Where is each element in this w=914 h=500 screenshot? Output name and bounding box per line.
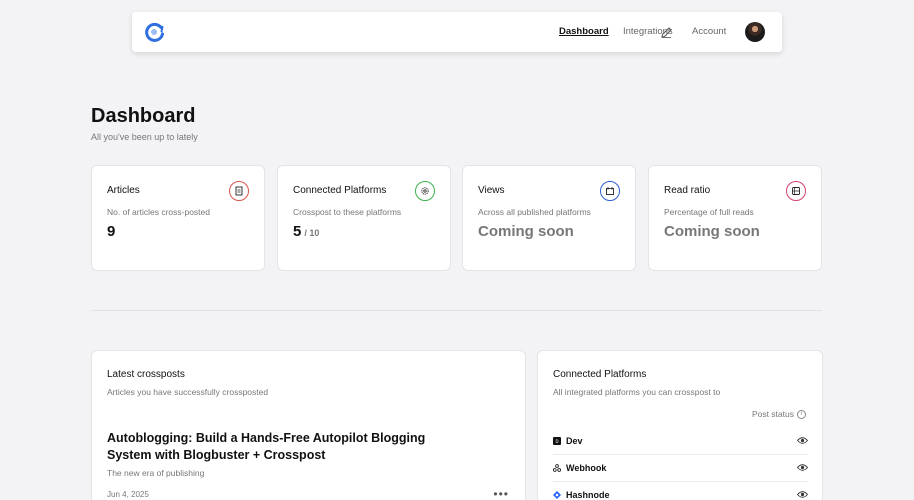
dev-icon: D xyxy=(553,437,561,445)
article-icon xyxy=(229,181,249,201)
info-icon[interactable]: i xyxy=(797,409,806,419)
panel-title: Latest crossposts xyxy=(107,369,185,380)
nav-link-dashboard[interactable]: Dashboard xyxy=(559,26,609,38)
user-avatar[interactable] xyxy=(745,22,765,42)
page-title: Dashboard xyxy=(91,105,196,127)
post-title-link[interactable]: Autoblogging: Build a Hands-Free Autopil… xyxy=(107,430,437,464)
stat-title: Articles xyxy=(107,185,140,196)
stat-card-read-ratio: Read ratio Percentage of full reads Comi… xyxy=(648,165,822,271)
svg-text:D: D xyxy=(555,439,558,444)
nav-link-account[interactable]: Account xyxy=(692,26,726,38)
eye-icon[interactable] xyxy=(797,463,808,472)
stat-description: No. of articles cross-posted xyxy=(107,207,210,217)
stat-title: Connected Platforms xyxy=(293,185,387,196)
post-status-label: Post status xyxy=(751,409,794,419)
stat-value: Coming soon xyxy=(664,223,760,240)
post-date: Jun 4, 2025 xyxy=(107,490,149,499)
connected-platforms-panel: Connected Platforms All integrated platf… xyxy=(537,350,823,500)
crosspost-logo-icon[interactable] xyxy=(144,22,166,42)
panel-subtitle: All integrated platforms you can crosspo… xyxy=(553,387,721,397)
stat-description: Crosspost to these platforms xyxy=(293,207,402,217)
stat-number: 5 xyxy=(293,223,302,240)
stat-number: 9 xyxy=(107,223,116,240)
platform-name: Dev xyxy=(566,436,583,446)
book-icon xyxy=(786,181,806,201)
platform-row-hashnode[interactable]: Hashnode xyxy=(553,482,808,500)
platform-name: Webhook xyxy=(566,463,607,473)
stat-description: Across all published platforms xyxy=(478,207,591,217)
hashnode-icon xyxy=(553,491,561,499)
stat-card-articles: Articles No. of articles cross-posted 9 xyxy=(91,165,265,271)
top-navbar: Dashboard Integrations Account xyxy=(132,12,782,52)
stat-suffix: / 10 xyxy=(304,228,320,238)
post-subtitle: The new era of publishing xyxy=(107,468,205,478)
webhook-icon xyxy=(553,464,561,472)
more-options-icon[interactable]: ••• xyxy=(493,488,509,500)
stat-title: Views xyxy=(478,185,505,196)
nav-link-integrations[interactable]: Integrations xyxy=(623,26,673,38)
stat-value: 9 xyxy=(107,223,115,241)
post-status-header: Post status i xyxy=(752,409,806,419)
stat-description: Percentage of full reads xyxy=(664,207,754,217)
page-subtitle: All you've been up to lately xyxy=(91,132,198,142)
section-divider xyxy=(91,310,822,311)
panel-title: Connected Platforms xyxy=(553,369,647,380)
stat-value: 5/ 10 xyxy=(293,223,319,242)
latest-crossposts-panel: Latest crossposts Articles you have succ… xyxy=(91,350,526,500)
platform-name: Hashnode xyxy=(566,490,610,500)
stat-card-connected-platforms: Connected Platforms Crosspost to these p… xyxy=(277,165,451,271)
eye-icon[interactable] xyxy=(797,436,808,445)
platform-row-webhook[interactable]: Webhook xyxy=(553,455,808,482)
eye-icon[interactable] xyxy=(797,490,808,499)
calendar-icon xyxy=(600,181,620,201)
stat-value: Coming soon xyxy=(478,223,574,240)
stat-card-views: Views Across all published platforms Com… xyxy=(462,165,636,271)
platform-row-dev[interactable]: D Dev xyxy=(553,428,808,455)
settings-icon xyxy=(415,181,435,201)
panel-subtitle: Articles you have successfully crosspost… xyxy=(107,387,269,397)
stat-title: Read ratio xyxy=(664,185,711,196)
